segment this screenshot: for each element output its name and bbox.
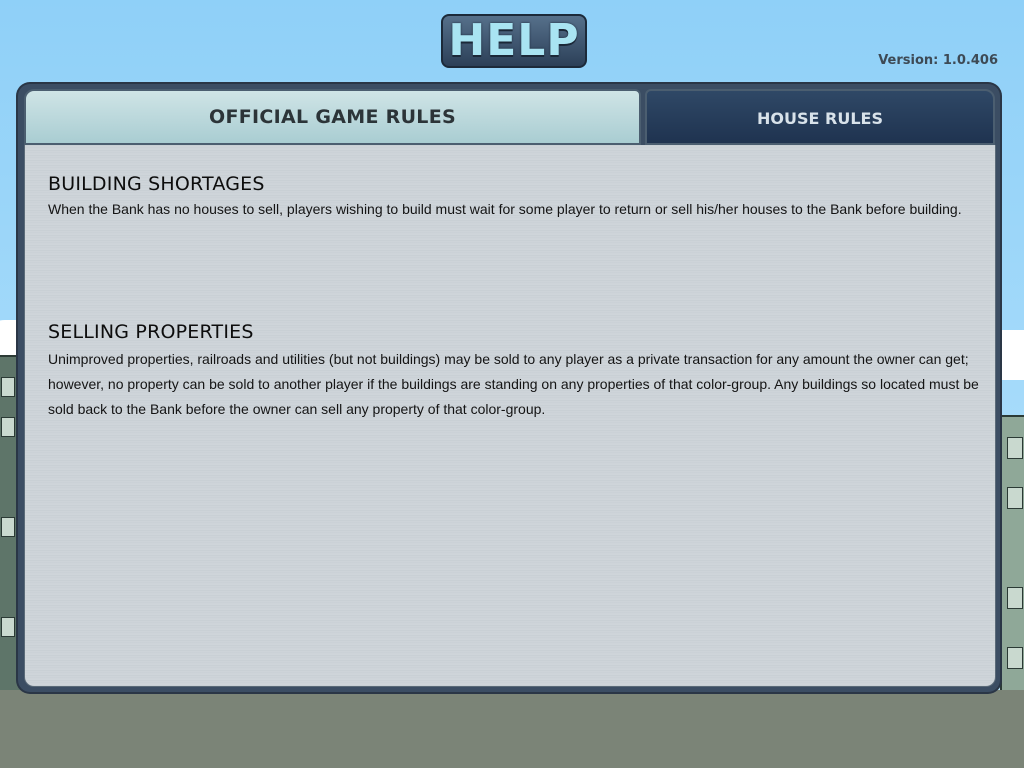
help-title: HELP (441, 14, 587, 68)
building-right (1000, 415, 1024, 699)
section-heading: BUILDING SHORTAGES (48, 173, 265, 195)
tab-official-game-rules[interactable]: OFFICIAL GAME RULES (24, 89, 641, 145)
version-label: Version: 1.0.406 (878, 53, 998, 68)
ground (0, 690, 1024, 768)
tab-house-rules[interactable]: HOUSE RULES (645, 89, 995, 145)
section-body: When the Bank has no houses to sell, pla… (48, 201, 962, 217)
section-heading: SELLING PROPERTIES (48, 321, 254, 343)
section-body: Unimproved properties, railroads and uti… (48, 351, 979, 417)
rule-section-building-shortages: BUILDING SHORTAGES When the Bank has no … (48, 173, 988, 222)
rule-section-selling-properties: SELLING PROPERTIES Unimproved properties… (48, 321, 988, 422)
rules-content: BUILDING SHORTAGES When the Bank has no … (24, 145, 996, 687)
